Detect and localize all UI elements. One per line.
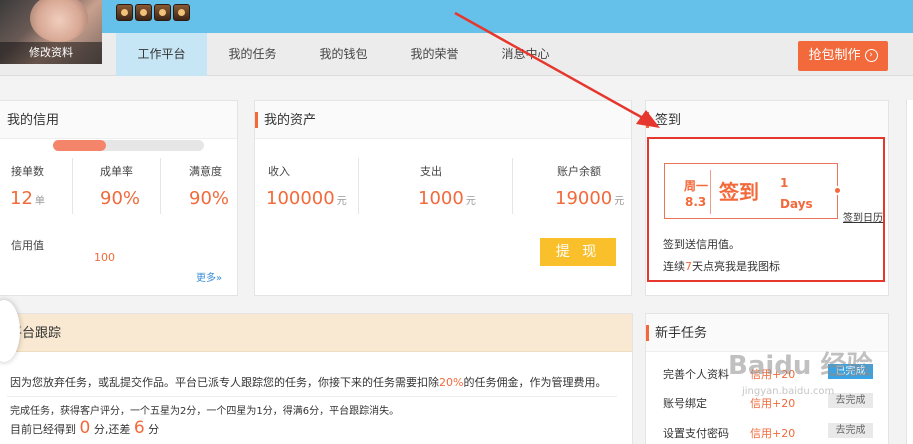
- badge-list: [116, 4, 190, 21]
- sign-weekday: 周一: [684, 179, 709, 193]
- watermark-logo: Baidu 经验: [728, 351, 873, 381]
- nav-item-messages[interactable]: 消息中心: [480, 33, 571, 76]
- orders-label: 接单数: [11, 165, 44, 178]
- avatar[interactable]: 修改资料: [0, 0, 102, 64]
- nav-item-honors[interactable]: 我的荣誉: [389, 33, 480, 76]
- tracking-line-2: 完成任务，获得客户评分，一个五星为2分，一个四星为1分，得满6分，平台跟踪消失。: [10, 406, 400, 417]
- credit-value: 100: [94, 251, 115, 264]
- tracking-line-3: 目前已经得到 0 分,还差 6 分: [10, 418, 159, 438]
- balance-value-group: 19000 元: [555, 188, 624, 209]
- tracking-line-3-mid: 分,还差: [93, 423, 131, 436]
- satisfaction-label: 满意度: [189, 165, 222, 178]
- balance-unit: 元: [614, 196, 625, 207]
- sign-days-unit: Days: [780, 197, 813, 211]
- divider: [358, 158, 359, 214]
- task-status-todo[interactable]: 去完成: [828, 393, 873, 408]
- divider: [7, 396, 617, 397]
- expense-unit: 元: [465, 196, 476, 207]
- chevron-right-circle-icon: ›: [864, 49, 878, 62]
- income-value: 100000: [266, 188, 335, 209]
- tracking-line-1-pre: 因为您放弃任务，或乱提交作品。平台已派专人跟踪您的任务，你接下来的任务需要扣除: [10, 376, 439, 389]
- task-name: 设置支付密码: [663, 427, 729, 440]
- tracking-panel-title: 平台跟踪: [0, 314, 632, 352]
- sign-date: 8.3: [685, 195, 707, 209]
- edit-profile-link[interactable]: 修改资料: [0, 42, 102, 64]
- sign-calendar-link[interactable]: 签到日历: [843, 209, 883, 224]
- expense-value-group: 1000 元: [418, 188, 476, 209]
- card-dot-icon: [833, 186, 842, 195]
- task-name: 账号绑定: [663, 397, 707, 410]
- satisfaction-value: 90%: [189, 188, 230, 209]
- divider: [710, 170, 711, 214]
- credit-value-label: 信用值: [11, 239, 44, 252]
- more-link[interactable]: 更多»: [196, 269, 222, 284]
- order-rate-label: 成单率: [100, 165, 133, 178]
- income-unit: 元: [336, 196, 347, 207]
- badge-icon: [154, 4, 171, 21]
- sign-panel-title: 签到: [646, 101, 888, 139]
- sign-desc-2-post: 天点亮我是我图标: [692, 260, 780, 273]
- expense-value: 1000: [418, 188, 464, 209]
- badge-icon: [116, 4, 133, 21]
- sign-desc-2: 连续7天点亮我是我图标: [663, 258, 780, 274]
- income-label: 收入: [268, 165, 290, 178]
- watermark-url: jingyan.baidu.com: [742, 386, 835, 397]
- expense-label: 支出: [420, 165, 442, 178]
- credit-panel-title: 我的信用: [0, 101, 237, 139]
- balance-label: 账户余额: [557, 165, 601, 178]
- task-reward: 信用+20: [750, 397, 796, 410]
- tracking-score-got: 0: [79, 418, 91, 438]
- badge-icon: [135, 4, 152, 21]
- sign-desc-1: 签到送信用值。: [663, 238, 740, 251]
- avatar-photo: [30, 0, 88, 42]
- nav-item-tasks[interactable]: 我的任务: [207, 33, 298, 76]
- tracking-line-3-pre: 目前已经得到: [10, 423, 76, 436]
- pack-create-button[interactable]: 抢包制作 ›: [798, 41, 888, 71]
- nav-item-workbench[interactable]: 工作平台: [116, 33, 207, 76]
- tracking-line-1-post: 的任务佣金，作为管理费用。: [463, 376, 607, 389]
- divider: [512, 158, 513, 214]
- order-rate-value: 90%: [100, 188, 141, 209]
- task-reward: 信用+20: [750, 427, 796, 440]
- orders-unit: 单: [34, 196, 45, 207]
- sign-days-num: 1: [780, 176, 789, 190]
- divider: [72, 158, 73, 214]
- task-status-todo[interactable]: 去完成: [828, 423, 873, 438]
- assets-panel-title: 我的资产: [255, 101, 631, 139]
- orders-value: 12: [10, 188, 33, 209]
- tracking-line-1: 因为您放弃任务，或乱提交作品。平台已派专人跟踪您的任务，你接下来的任务需要扣除2…: [10, 374, 606, 390]
- divider: [160, 158, 161, 214]
- badge-icon: [173, 4, 190, 21]
- balance-value: 19000: [555, 188, 613, 209]
- main-nav: 工作平台 我的任务 我的钱包 我的荣誉 消息中心: [116, 33, 571, 76]
- sign-in-label: 签到: [719, 180, 759, 204]
- sign-desc-2-pre: 连续: [663, 260, 685, 273]
- tracking-line-3-post: 分: [148, 423, 160, 436]
- tracking-score-need: 6: [133, 418, 145, 438]
- credit-progress-bar: [53, 140, 204, 151]
- orders-value-group: 12 单: [10, 188, 45, 209]
- right-edge-panel: [906, 100, 913, 444]
- tracking-percent: 20%: [439, 376, 464, 389]
- sign-streak-days: 7: [685, 260, 692, 273]
- pack-create-label: 抢包制作: [808, 48, 861, 63]
- credit-progress-fill: [53, 140, 106, 151]
- sign-in-card[interactable]: 周一 8.3 签到 1 Days: [664, 163, 842, 219]
- task-name: 完善个人资料: [663, 368, 729, 381]
- income-value-group: 100000 元: [266, 188, 347, 209]
- nav-item-wallet[interactable]: 我的钱包: [298, 33, 389, 76]
- withdraw-button[interactable]: 提 现: [540, 238, 616, 266]
